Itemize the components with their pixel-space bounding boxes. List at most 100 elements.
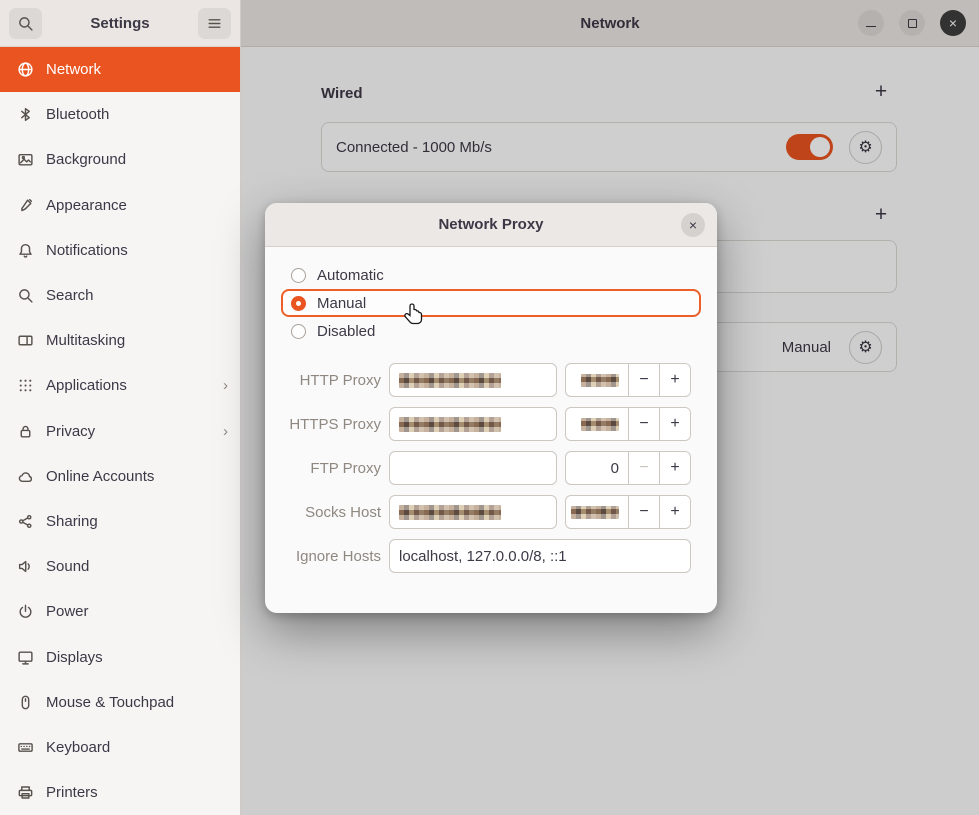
sidebar-item-printers[interactable]: Printers <box>0 770 240 815</box>
sidebar-item-sharing[interactable]: Sharing <box>0 499 240 544</box>
decrement-button[interactable]: − <box>628 452 659 484</box>
radio-checked-icon <box>291 296 306 311</box>
speaker-icon <box>15 558 35 575</box>
sidebar-item-network[interactable]: Network <box>0 47 240 92</box>
mouse-icon <box>15 694 35 711</box>
settings-window: Settings Network Bluetooth Background Ap… <box>0 0 979 815</box>
ignore-hosts-input[interactable] <box>389 539 691 573</box>
paintbrush-icon <box>15 197 35 214</box>
ignore-hosts-row: Ignore Hosts <box>281 539 701 573</box>
http-proxy-row: HTTP Proxy − + <box>281 363 701 397</box>
keyboard-icon <box>15 739 35 756</box>
plus-icon: + <box>670 459 679 477</box>
sidebar-item-search[interactable]: Search <box>0 273 240 318</box>
lock-icon <box>15 423 35 440</box>
http-port-spinner[interactable]: − + <box>565 363 691 397</box>
https-proxy-label: HTTPS Proxy <box>281 416 381 433</box>
dialog-body: Automatic Manual Disabled HTTP Proxy − + <box>265 247 717 589</box>
minus-icon: − <box>639 415 648 433</box>
dialog-title: Network Proxy <box>438 216 543 233</box>
decrement-button[interactable]: − <box>628 364 659 396</box>
ignore-hosts-label: Ignore Hosts <box>281 548 381 565</box>
sidebar: Settings Network Bluetooth Background Ap… <box>0 0 241 815</box>
menu-button[interactable] <box>198 8 231 39</box>
background-icon <box>15 151 35 168</box>
decrement-button[interactable]: − <box>628 408 659 440</box>
sidebar-item-multitasking[interactable]: Multitasking <box>0 318 240 363</box>
sidebar-item-applications[interactable]: Applications › <box>0 363 240 408</box>
sidebar-list: Network Bluetooth Background Appearance … <box>0 47 240 815</box>
dialog-header: Network Proxy × <box>265 203 717 247</box>
bell-icon <box>15 242 35 259</box>
http-proxy-label: HTTP Proxy <box>281 372 381 389</box>
sidebar-header: Settings <box>0 0 240 47</box>
redacted-value <box>399 505 501 520</box>
sidebar-item-mouse-touchpad[interactable]: Mouse & Touchpad <box>0 680 240 725</box>
decrement-button[interactable]: − <box>628 496 659 528</box>
sidebar-item-background[interactable]: Background <box>0 137 240 182</box>
socks-host-row: Socks Host − + <box>281 495 701 529</box>
multitasking-icon <box>15 332 35 349</box>
globe-icon <box>15 61 35 78</box>
ftp-port-spinner[interactable]: 0 − + <box>565 451 691 485</box>
sidebar-item-notifications[interactable]: Notifications <box>0 228 240 273</box>
increment-button[interactable]: + <box>659 496 690 528</box>
ftp-proxy-input[interactable] <box>389 451 557 485</box>
redacted-value <box>581 374 619 387</box>
proxy-option-manual[interactable]: Manual <box>281 289 701 317</box>
ftp-proxy-label: FTP Proxy <box>281 460 381 477</box>
chevron-right-icon: › <box>223 423 228 440</box>
sidebar-item-power[interactable]: Power <box>0 589 240 634</box>
ftp-port-value: 0 <box>566 452 628 484</box>
socks-port-spinner[interactable]: − + <box>565 495 691 529</box>
ftp-proxy-row: FTP Proxy 0 − + <box>281 451 701 485</box>
plus-icon: + <box>670 503 679 521</box>
https-proxy-input[interactable] <box>389 407 557 441</box>
redacted-value <box>399 373 501 388</box>
cloud-icon <box>15 468 35 485</box>
minus-icon: − <box>639 371 648 389</box>
close-icon: × <box>689 217 697 233</box>
bluetooth-icon <box>15 106 35 123</box>
search-icon <box>17 15 34 32</box>
redacted-value <box>399 417 501 432</box>
apps-grid-icon <box>15 377 35 394</box>
redacted-value <box>581 418 619 431</box>
search-button[interactable] <box>9 8 42 39</box>
chevron-right-icon: › <box>223 377 228 394</box>
plus-icon: + <box>670 415 679 433</box>
socks-host-input[interactable] <box>389 495 557 529</box>
power-icon <box>15 603 35 620</box>
increment-button[interactable]: + <box>659 364 690 396</box>
dialog-close-button[interactable]: × <box>681 213 705 237</box>
minus-icon: − <box>639 459 648 477</box>
sidebar-item-keyboard[interactable]: Keyboard <box>0 725 240 770</box>
radio-icon <box>291 268 306 283</box>
socks-host-label: Socks Host <box>281 504 381 521</box>
network-proxy-dialog: Network Proxy × Automatic Manual Disable… <box>265 203 717 613</box>
printer-icon <box>15 784 35 801</box>
search-icon <box>15 287 35 304</box>
minus-icon: − <box>639 503 648 521</box>
increment-button[interactable]: + <box>659 408 690 440</box>
proxy-option-automatic[interactable]: Automatic <box>281 261 701 289</box>
redacted-value <box>571 506 619 519</box>
https-proxy-row: HTTPS Proxy − + <box>281 407 701 441</box>
hamburger-icon <box>206 15 223 32</box>
sidebar-item-appearance[interactable]: Appearance <box>0 183 240 228</box>
sidebar-item-bluetooth[interactable]: Bluetooth <box>0 92 240 137</box>
proxy-form: HTTP Proxy − + HTTPS Proxy − + <box>281 363 701 573</box>
http-proxy-input[interactable] <box>389 363 557 397</box>
sidebar-title: Settings <box>42 15 198 32</box>
https-port-spinner[interactable]: − + <box>565 407 691 441</box>
sidebar-item-displays[interactable]: Displays <box>0 634 240 679</box>
increment-button[interactable]: + <box>659 452 690 484</box>
sidebar-item-online-accounts[interactable]: Online Accounts <box>0 454 240 499</box>
sidebar-item-privacy[interactable]: Privacy › <box>0 409 240 454</box>
display-icon <box>15 649 35 666</box>
sidebar-item-sound[interactable]: Sound <box>0 544 240 589</box>
proxy-option-disabled[interactable]: Disabled <box>281 317 701 345</box>
plus-icon: + <box>670 371 679 389</box>
radio-icon <box>291 324 306 339</box>
share-icon <box>15 513 35 530</box>
